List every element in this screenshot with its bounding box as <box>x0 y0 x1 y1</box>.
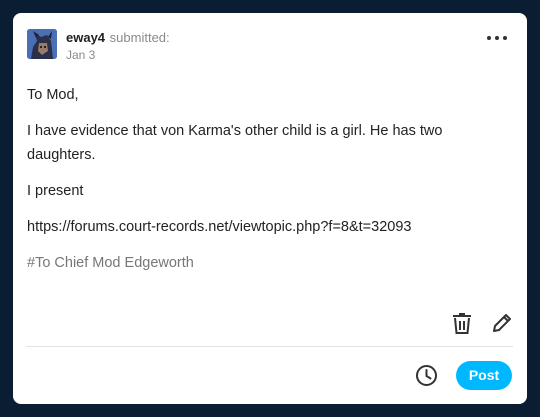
trash-icon[interactable] <box>451 312 473 339</box>
clock-icon[interactable] <box>415 364 438 392</box>
avatar[interactable] <box>27 29 57 59</box>
post-body: To Mod, I have evidence that von Karma's… <box>27 83 497 287</box>
body-paragraph: To Mod, <box>27 87 79 103</box>
post-button[interactable]: Post <box>456 361 512 390</box>
body-link[interactable]: https://forums.court-records.net/viewtop… <box>27 215 497 239</box>
pencil-icon[interactable] <box>491 312 513 339</box>
submission-card: eway4 submitted: Jan 3 To Mod, I have ev… <box>13 13 527 404</box>
divider <box>26 346 513 347</box>
body-paragraph: I present <box>27 183 84 199</box>
post-tag[interactable]: #To Chief Mod Edgeworth <box>27 251 497 275</box>
submitted-label: submitted: <box>109 30 170 45</box>
author-line: eway4 submitted: <box>66 30 170 45</box>
body-paragraph: I have evidence that von Karma's other c… <box>27 123 443 163</box>
post-date[interactable]: Jan 3 <box>66 48 95 62</box>
more-options-icon[interactable] <box>487 33 507 43</box>
username-link[interactable]: eway4 <box>66 30 105 45</box>
